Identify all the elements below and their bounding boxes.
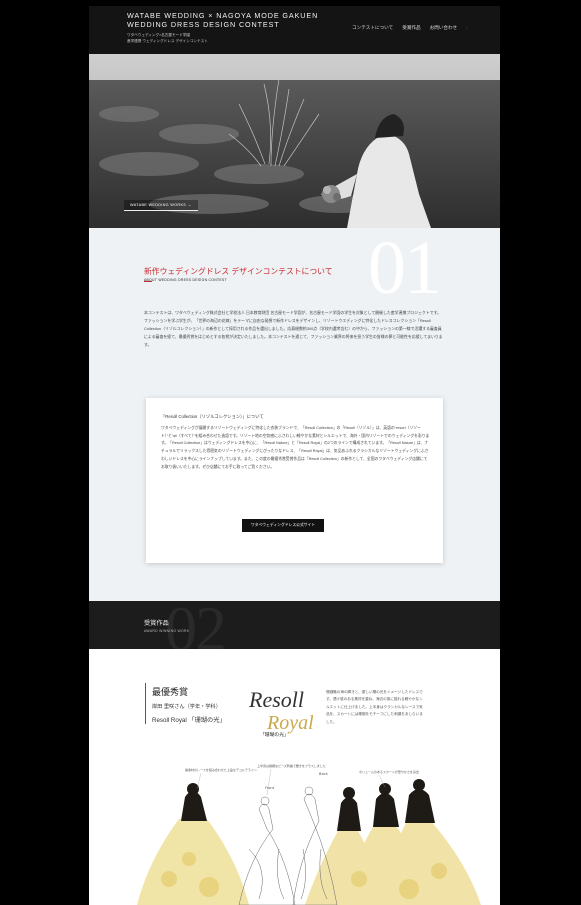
svg-text:異素材のレースを組み合わせた上品なデコルテライン: 異素材のレースを組み合わせた上品なデコルテライン (185, 767, 257, 772)
card-title: 「Resoll Collection（リゾルコレクション）」について (161, 414, 264, 419)
page: WATABE WEDDING × NAGOYA MODE GAKUEN WEDD… (89, 6, 500, 905)
award-work-title: Resoll Royal 「珊瑚の光」 (152, 717, 226, 724)
svg-text:ボリュームのあるスカートが華やかさを演出: ボリュームのあるスカートが華やかさを演出 (359, 769, 419, 774)
works-title: 受賞作品 (144, 620, 169, 627)
award-rank: 最優秀賞 (152, 687, 189, 697)
svg-text:上半身は繊細なビーズ刺繍で輝きをプラスしました: 上半身は繊細なビーズ刺繍で輝きをプラスしました (257, 763, 326, 768)
site-title-line2[interactable]: WEDDING DRESS DESIGN CONTEST (127, 20, 280, 29)
official-site-button[interactable]: ワタベウェディングドレス公式サイト (242, 519, 324, 532)
svg-text:Back: Back (319, 772, 329, 776)
site-title-line1[interactable]: WATABE WEDDING × NAGOYA MODE GAKUEN (127, 11, 318, 20)
hero-caption-link[interactable]: WATABE WEDDING WORKS → (124, 200, 198, 211)
nav-item-awards[interactable]: 受賞作品 (402, 25, 420, 31)
site-subtitle-line2: 産学連携 ウェディングドレス デザインコンテスト (127, 39, 208, 43)
svg-text:Front: Front (265, 786, 275, 790)
svg-text:Resoll: Resoll (248, 687, 304, 712)
dress-illustration: 異素材のレースを組み合わせた上品なデコルテライン 上半身は繊細なビーズ刺繍で輝き… (137, 763, 481, 905)
hero-image: WATABE WEDDING WORKS → (89, 54, 500, 228)
site-subtitle-line1: ワタベウェディング×名古屋モード学園 (127, 33, 190, 37)
logo-caption: 「珊瑚の光」 (260, 733, 289, 738)
global-nav: コンテストについて 受賞作品 お問い合わせ › (352, 25, 468, 31)
works-section-header: 02 受賞作品 AWARD WINNING WORK (89, 601, 500, 649)
works-subtitle: AWARD WINNING WORK (144, 629, 190, 633)
about-paragraph: 本コンテストは、ワタベウェディング株式会社と学校法人 日本教育財団 名古屋モード… (144, 310, 443, 348)
nav-item-contact[interactable]: お問い合わせ (430, 25, 458, 31)
section-number-02: 02 (165, 601, 227, 649)
resoll-collection-card: 「Resoll Collection（リゾルコレクション）」について ワタベウェ… (146, 398, 443, 563)
nav-item-about[interactable]: コンテストについて (352, 25, 393, 31)
section-number-01: 01 (368, 226, 442, 310)
about-section: 01 新作ウェディングドレス デザインコンテストについて ABOUT WEDDI… (89, 228, 500, 601)
award-description: 珊瑚礁の海の輝きと、優しい陽の光をイメージしたドレスです。透け感のある素材を重ね… (326, 690, 423, 724)
award-section: 最優秀賞 岸田 里咲さん（学年・学科） Resoll Royal 「珊瑚の光」 … (89, 649, 500, 905)
award-accent-bar (145, 683, 146, 724)
award-student-name: 岸田 里咲さん（学年・学科） (152, 704, 221, 710)
card-body: ワタベウェディングが展開するリゾートウェディングに特化した衣装ブランドで、「Re… (161, 426, 430, 469)
nav-arrow-icon[interactable]: › (466, 25, 468, 31)
about-subtitle: ABOUT WEDDING DRESS DESIGN CONTEST (144, 278, 227, 282)
site-header: WATABE WEDDING × NAGOYA MODE GAKUEN WEDD… (89, 6, 500, 54)
about-title: 新作ウェディングドレス デザインコンテストについて (144, 267, 333, 276)
